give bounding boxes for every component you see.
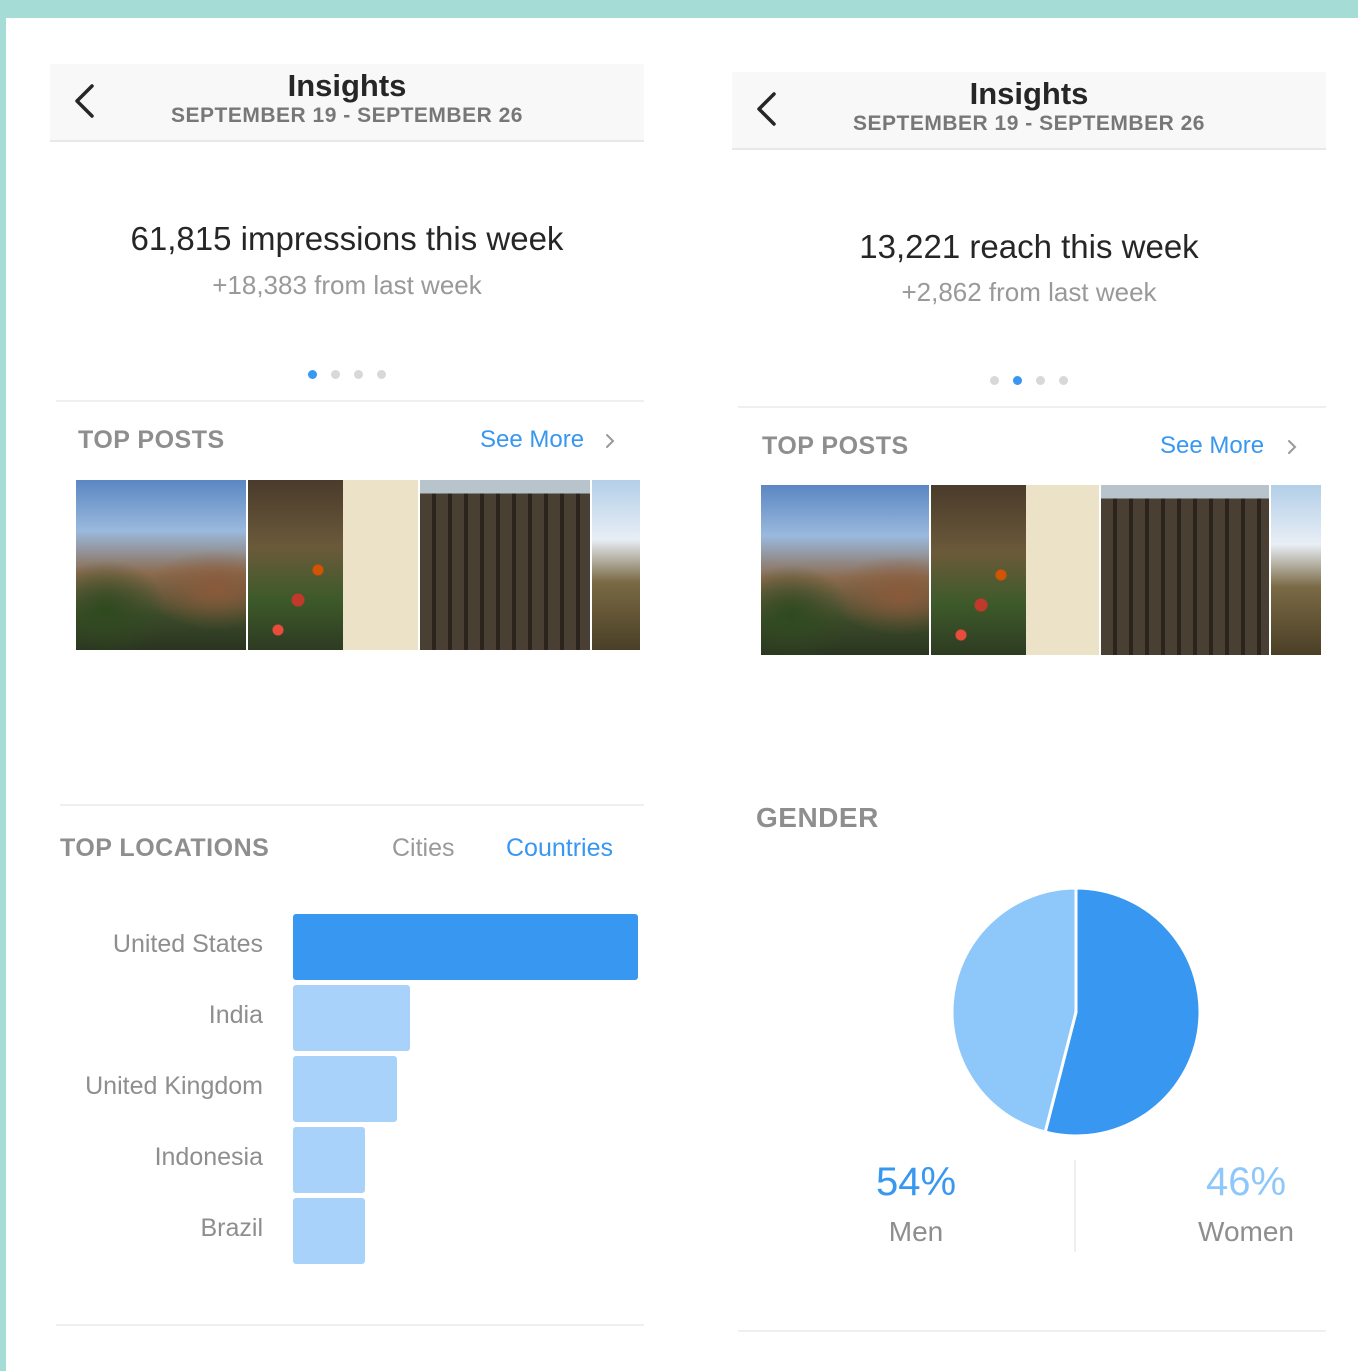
post-thumbnail[interactable] [76, 480, 246, 650]
page-title: Insights [969, 76, 1089, 111]
nav-header: Insights SEPTEMBER 19 - SEPTEMBER 26 [732, 72, 1326, 150]
divider [60, 804, 644, 806]
location-bar [293, 914, 638, 980]
tab-cities[interactable]: Cities [392, 834, 455, 863]
post-thumbnail[interactable] [1101, 485, 1269, 655]
women-label: Women [1198, 1216, 1294, 1247]
page-dot[interactable] [354, 370, 363, 380]
post-thumbnail[interactable] [420, 480, 590, 650]
location-bar [293, 1127, 365, 1193]
page-dot[interactable] [308, 370, 317, 380]
tab-countries[interactable]: Countries [506, 834, 613, 863]
date-range: SEPTEMBER 19 - SEPTEMBER 26 [171, 104, 523, 127]
post-thumbnail[interactable] [1271, 485, 1321, 655]
post-thumbnail[interactable] [761, 485, 929, 655]
location-bar [293, 1056, 397, 1122]
divider [1074, 1160, 1076, 1252]
bar-label: United States [112, 930, 263, 958]
top-locations-title: TOP LOCATIONS [60, 834, 270, 862]
location-bar [293, 985, 410, 1051]
post-thumbnail[interactable] [931, 485, 1099, 655]
top-posts-strip [761, 485, 1322, 655]
top-posts-title: TOP POSTS [78, 426, 225, 454]
impressions-change: +18,383 from last week [212, 270, 482, 300]
screenshot-sheet: Insights SEPTEMBER 19 - SEPTEMBER 26 61,… [6, 18, 1358, 1371]
reach-count: 13,221 reach this week [859, 228, 1199, 265]
divider [738, 1330, 1326, 1332]
chevron-right-icon[interactable] [1286, 438, 1298, 456]
page-title: Insights [287, 68, 407, 103]
bar-label: United Kingdom [85, 1072, 263, 1100]
page-dot[interactable] [1059, 376, 1068, 386]
page-indicator[interactable] [732, 372, 1326, 386]
impressions-count: 61,815 impressions this week [130, 220, 564, 257]
divider [56, 1324, 644, 1326]
nav-header: Insights SEPTEMBER 19 - SEPTEMBER 26 [50, 64, 644, 142]
bar-label: Indonesia [154, 1143, 263, 1171]
bar-label: India [208, 1001, 263, 1029]
divider [738, 406, 1326, 408]
women-percent: 46% [1205, 1160, 1287, 1204]
bar-label: Brazil [200, 1214, 263, 1242]
men-percent: 54% [875, 1160, 957, 1204]
date-range: SEPTEMBER 19 - SEPTEMBER 26 [853, 112, 1205, 135]
reach-change: +2,862 from last week [901, 277, 1157, 307]
page-dot[interactable] [1013, 376, 1022, 386]
post-thumbnail[interactable] [248, 480, 418, 650]
gender-pie-chart [950, 886, 1202, 1138]
chevron-right-icon[interactable] [604, 432, 616, 450]
page-dot[interactable] [1036, 376, 1045, 386]
page-indicator[interactable] [50, 366, 644, 380]
reach-panel: Insights SEPTEMBER 19 - SEPTEMBER 26 13,… [732, 18, 1326, 1371]
location-bar [293, 1198, 365, 1264]
page-dot[interactable] [377, 370, 386, 380]
gender-pie-svg [950, 886, 1202, 1138]
see-more-link[interactable]: See More [480, 426, 584, 454]
gender-title: GENDER [756, 802, 879, 833]
divider [56, 400, 644, 402]
page-dot[interactable] [990, 376, 999, 386]
page-dot[interactable] [331, 370, 340, 380]
impressions-panel: Insights SEPTEMBER 19 - SEPTEMBER 26 61,… [50, 18, 644, 1371]
top-posts-strip [76, 480, 640, 650]
see-more-link[interactable]: See More [1160, 432, 1264, 460]
post-thumbnail[interactable] [592, 480, 640, 650]
men-label: Men [888, 1216, 944, 1247]
top-posts-title: TOP POSTS [762, 432, 909, 460]
